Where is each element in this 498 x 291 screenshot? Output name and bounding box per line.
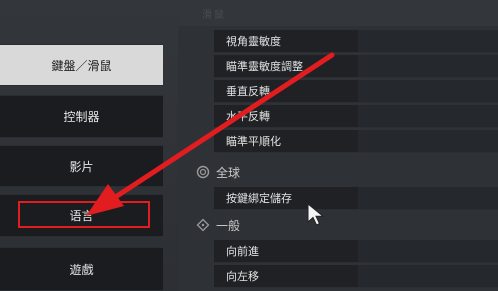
red-arrow-icon bbox=[86, 52, 335, 216]
cursor-icon bbox=[307, 203, 325, 226]
